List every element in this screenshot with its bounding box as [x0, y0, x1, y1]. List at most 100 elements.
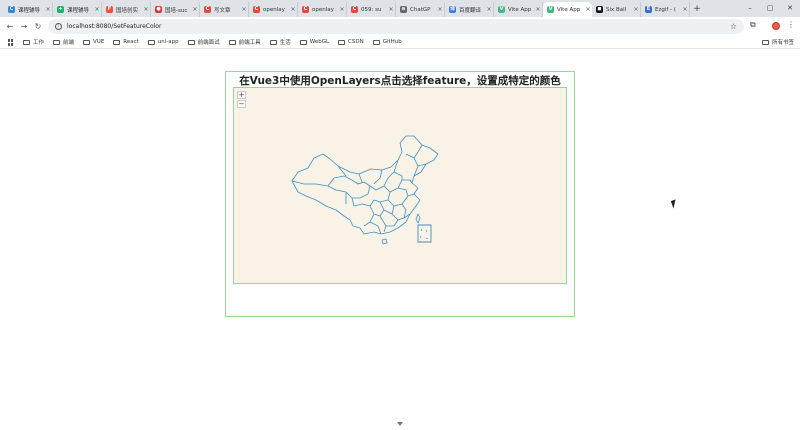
- profile-avatar[interactable]: [772, 22, 780, 30]
- tab-close-icon[interactable]: ×: [485, 6, 493, 13]
- tab-title: 写文章: [214, 7, 231, 14]
- folder-icon: [761, 39, 769, 45]
- browser-tab[interactable]: ● 国培-suc ×: [151, 2, 200, 17]
- bookmark-folder[interactable]: React: [113, 39, 139, 45]
- folder-icon: [147, 39, 155, 45]
- browser-tab[interactable]: C 059: su ×: [347, 2, 396, 17]
- tab-title: Ezgif - (: [655, 6, 676, 13]
- minimize-icon[interactable]: –: [740, 0, 760, 17]
- site-info-icon[interactable]: i: [55, 23, 62, 30]
- tab-close-icon[interactable]: ×: [338, 6, 346, 13]
- bookmark-label: WebGL: [309, 39, 330, 45]
- bookmark-label: React: [123, 39, 139, 45]
- tab-close-icon[interactable]: ×: [289, 6, 297, 13]
- browser-tab[interactable]: Copenlay ×: [249, 2, 298, 17]
- browser-tab[interactable]: Copenlay ×: [298, 2, 347, 17]
- map-viewport[interactable]: + −: [233, 87, 567, 284]
- tab-close-icon[interactable]: ×: [387, 6, 395, 13]
- bookmark-label: 前端面试: [197, 40, 220, 46]
- bookmark-folder[interactable]: 前端: [53, 38, 74, 46]
- tab-favicon-icon: 译: [449, 6, 456, 13]
- bookmark-label: 工作: [33, 40, 45, 46]
- tab-strip: C 课程辅导 × + 课程辅导 × F 国培创实 × ● 国培-suc × C 写文章 × Copenlay ×…: [0, 0, 800, 17]
- browser-tab[interactable]: V Vite App ×: [494, 2, 543, 17]
- tab-close-icon[interactable]: ×: [534, 6, 542, 13]
- bookmark-folder[interactable]: WebGL: [299, 39, 330, 45]
- new-tab-button[interactable]: +: [690, 2, 704, 17]
- folder-icon: [228, 39, 236, 45]
- window-controls: – ▢ ✕: [740, 0, 800, 17]
- bookmarks-bar: 工作 前端 VUE React uni-app 前端面试 前端工具 生活 WebGL CSDN Gi…: [0, 36, 800, 49]
- tab-title: 059: su: [361, 6, 382, 13]
- all-bookmarks-label: 所有书签: [771, 40, 794, 46]
- browser-window: C 课程辅导 × + 课程辅导 × F 国培创实 × ● 国培-suc × C 写文章 × Copenlay ×…: [0, 0, 800, 430]
- page-content: 在Vue3中使用OpenLayers点击选择feature，设置成特定的颜色 +…: [0, 50, 800, 430]
- china-provinces-map[interactable]: [234, 88, 567, 284]
- bookmark-label: 前端工具: [238, 40, 261, 46]
- tab-favicon-icon: +: [57, 6, 64, 13]
- browser-tab[interactable]: ⊛ ChatGP ×: [396, 2, 445, 17]
- tab-close-icon[interactable]: ×: [142, 6, 150, 13]
- south-china-sea-inset: [417, 224, 432, 243]
- reload-icon[interactable]: ↻: [31, 22, 45, 31]
- tab-favicon-icon: V: [547, 6, 554, 13]
- tab-title: 课程辅导: [18, 7, 41, 14]
- tab-favicon-icon: C: [302, 6, 309, 13]
- address-url: localhost:8080/SetFeatureColor: [67, 23, 162, 30]
- zoom-out-button[interactable]: −: [237, 100, 246, 108]
- tab-close-icon[interactable]: ×: [93, 6, 101, 13]
- bookmark-folder[interactable]: 前端工具: [228, 38, 261, 46]
- tab-favicon-icon: C: [204, 6, 211, 13]
- tab-title: Vite App: [508, 6, 532, 13]
- close-window-icon[interactable]: ✕: [780, 0, 800, 17]
- browser-tab[interactable]: E Ezgif - (×: [641, 2, 690, 17]
- zoom-control: + −: [237, 91, 246, 109]
- tab-close-icon[interactable]: ×: [632, 6, 640, 13]
- tab-favicon-icon: ●: [155, 6, 162, 13]
- tab-close-icon[interactable]: ×: [191, 6, 199, 13]
- bookmark-folder[interactable]: CSDN: [338, 39, 364, 45]
- folder-icon: [338, 39, 346, 45]
- apps-grid-icon[interactable]: [8, 38, 15, 46]
- extensions-icon[interactable]: ⧉: [750, 20, 756, 30]
- tab-close-icon[interactable]: ×: [584, 6, 592, 13]
- browser-tab[interactable]: 译百度翻译 ×: [445, 2, 494, 17]
- demo-panel: 在Vue3中使用OpenLayers点击选择feature，设置成特定的颜色 +…: [225, 71, 575, 317]
- forward-icon[interactable]: →: [17, 22, 31, 31]
- tab-close-icon[interactable]: ×: [44, 6, 52, 13]
- bookmark-folder[interactable]: GitHub: [372, 39, 402, 45]
- back-icon[interactable]: ←: [3, 22, 17, 31]
- browser-tab[interactable]: C 写文章 ×: [200, 2, 249, 17]
- bookmark-label: VUE: [93, 39, 105, 45]
- tab-title: openlay: [263, 6, 285, 13]
- tab-close-icon[interactable]: ×: [436, 6, 444, 13]
- menu-icon[interactable]: ⋮: [787, 20, 795, 29]
- bookmark-folder[interactable]: VUE: [83, 39, 104, 45]
- scroll-down-indicator[interactable]: [397, 422, 403, 426]
- bookmark-star-icon[interactable]: ☆: [730, 22, 737, 31]
- tab-title: ChatGP: [410, 6, 431, 13]
- bookmark-label: CSDN: [348, 39, 364, 45]
- tab-favicon-icon: ◼: [596, 6, 603, 13]
- browser-tab[interactable]: F 国培创实 ×: [102, 2, 151, 17]
- page-title: 在Vue3中使用OpenLayers点击选择feature，设置成特定的颜色: [239, 75, 561, 87]
- tab-close-icon[interactable]: ×: [240, 6, 248, 13]
- browser-tab[interactable]: + 课程辅导 ×: [53, 2, 102, 17]
- browser-toolbar: ← → ↻ i localhost:8080/SetFeatureColor ☆…: [0, 17, 800, 36]
- tab-close-icon[interactable]: ×: [681, 6, 689, 13]
- browser-tab[interactable]: ◼ Six Ball ×: [592, 2, 641, 17]
- maximize-icon[interactable]: ▢: [760, 0, 780, 17]
- bookmark-folder[interactable]: 工作: [23, 38, 44, 46]
- bookmark-label: uni-app: [157, 39, 179, 45]
- bookmark-folder[interactable]: 前端面试: [187, 38, 220, 46]
- browser-tab[interactable]: C 课程辅导 ×: [4, 2, 53, 17]
- zoom-in-button[interactable]: +: [237, 91, 246, 99]
- bookmark-folder[interactable]: uni-app: [147, 39, 179, 45]
- bookmark-folder[interactable]: 生活: [269, 38, 291, 46]
- folder-icon: [23, 39, 30, 45]
- bookmark-label: GitHub: [382, 39, 402, 45]
- all-bookmarks[interactable]: 所有书签: [761, 38, 794, 46]
- browser-tab[interactable]: V Vite App ×: [543, 2, 592, 17]
- bookmark-label: 生活: [279, 40, 291, 46]
- address-bar[interactable]: i localhost:8080/SetFeatureColor ☆: [48, 19, 744, 34]
